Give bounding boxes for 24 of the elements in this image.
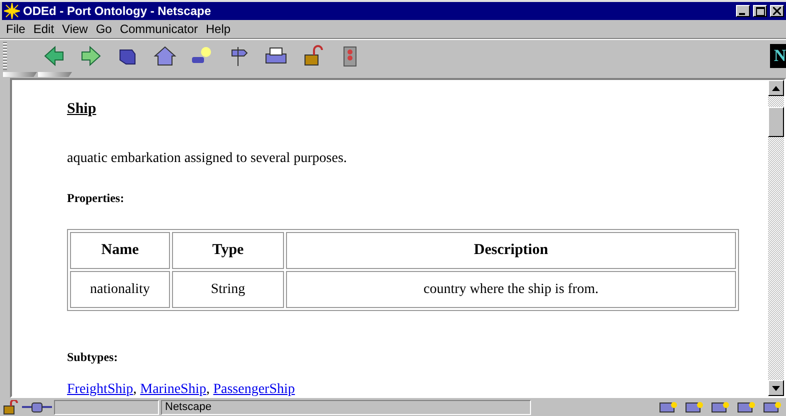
description-text: aquatic embarkation assigned to several purposes. <box>67 151 348 167</box>
subtype-link[interactable]: PassengerShip <box>213 382 295 396</box>
status-message: Netscape <box>161 400 531 414</box>
table-cell: country where the ship is from. <box>286 271 736 308</box>
separator-comma: , <box>133 382 137 396</box>
menu-item[interactable]: Edit <box>31 22 60 36</box>
menu-item[interactable]: Go <box>94 22 118 36</box>
separator-comma: , <box>206 382 210 396</box>
column-header: Name <box>70 232 170 269</box>
window-title: ODEd - Port Ontology - Netscape <box>23 4 212 18</box>
logo: N <box>770 44 786 68</box>
menu-item[interactable]: Help <box>204 22 237 36</box>
section-label: Properties: <box>67 191 124 206</box>
column-header: Description <box>286 232 736 269</box>
menu-item[interactable]: File <box>4 22 32 36</box>
menu-item[interactable]: Communicator <box>118 22 204 36</box>
page-heading: Ship <box>67 101 96 118</box>
table-cell: String <box>172 271 284 308</box>
subtype-link[interactable]: FreightShip <box>67 382 134 396</box>
table-cell: nationality <box>70 271 170 308</box>
subtype-link[interactable]: MarineShip <box>140 382 206 396</box>
column-header: Type <box>172 232 284 269</box>
section-label: Subtypes: <box>67 350 118 365</box>
menu-item[interactable]: View <box>60 22 94 36</box>
